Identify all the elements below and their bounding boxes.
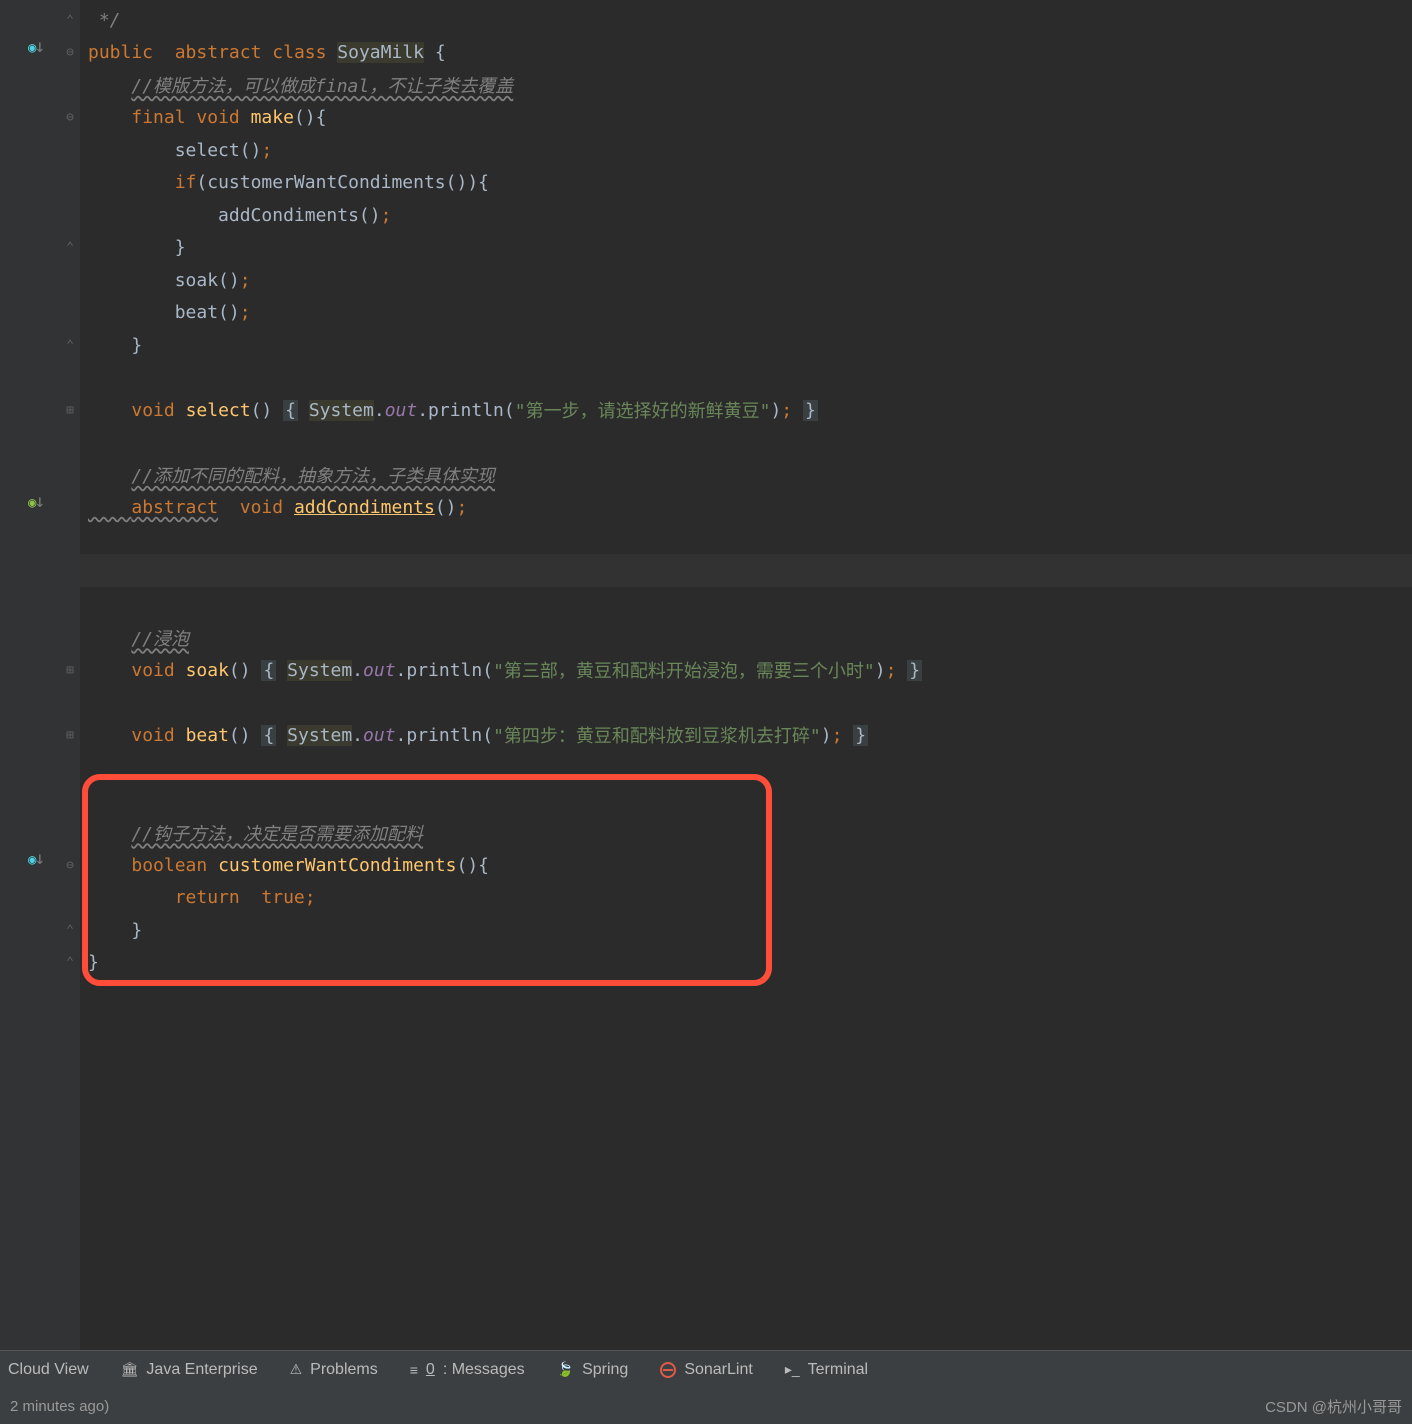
comment-text: */ [88,10,121,31]
list-icon: ≡ [410,1362,418,1378]
terminal-tab[interactable]: ▸_ Terminal [785,1361,868,1379]
class-ref: System [287,725,352,746]
spring-tab[interactable]: 🍃 Spring [557,1361,629,1379]
brace: { [424,42,446,63]
field-ref: out [363,725,396,746]
status-left-text: 2 minutes ago) [10,1398,109,1415]
keyword: class [272,42,326,63]
keyword: abstract [131,497,218,518]
paren: () [229,725,251,746]
method-name: beat [186,725,229,746]
call: addCondiments() [218,205,381,226]
brace: } [131,335,142,356]
fold-collapsed-icon[interactable]: ⊞ [60,719,80,752]
class-ref: System [287,660,352,681]
fold-end-icon[interactable]: ⌃ [60,329,80,362]
brace: } [175,237,186,258]
keyword: boolean [131,855,207,876]
fold-end-icon[interactable]: ⌃ [60,914,80,947]
call: select() [175,140,262,161]
fold-end-icon[interactable]: ⌃ [60,4,80,37]
keyword: abstract [175,42,262,63]
fold-start-icon[interactable]: ⊖ [60,849,80,882]
call: .println( [417,400,515,421]
spring-label: Spring [582,1361,628,1379]
brace: } [131,920,142,941]
field-ref: out [385,400,418,421]
messages-label: : Messages [443,1361,525,1379]
field-ref: out [363,660,396,681]
method-name: customerWantCondiments [218,855,456,876]
fold-collapsed-icon[interactable]: ⊞ [60,654,80,687]
keyword: void [196,107,239,128]
problems-label: Problems [310,1361,378,1379]
sonarlint-label: SonarLint [684,1361,753,1379]
keyword: void [131,400,174,421]
terminal-icon: ▸_ [785,1361,800,1378]
code-area[interactable]: */ public abstract class SoyaMilk { //模版… [80,0,1412,1350]
keyword: true [261,887,304,908]
keyword: void [131,660,174,681]
string-literal: "第一步，请选择好的新鲜黄豆" [515,397,771,423]
cloud-view-tab[interactable]: Cloud View [8,1361,89,1379]
string-literal: "第三部，黄豆和配料开始浸泡，需要三个小时" [493,657,875,683]
fold-start-icon[interactable]: ⊖ [60,37,80,70]
java-enterprise-tab[interactable]: 🏛 Java Enterprise [121,1361,258,1379]
paren: () [229,660,251,681]
problems-tab[interactable]: ⚠ Problems [290,1361,378,1379]
override-icon[interactable]: ◉↓ [28,36,50,58]
fold-start-icon[interactable]: ⊖ [60,102,80,135]
fold-end-icon[interactable]: ⌃ [60,232,80,265]
method-name: addCondiments [294,497,435,518]
keyword: public [88,42,153,63]
string-literal: "第四步：黄豆和配料放到豆浆机去打碎" [493,722,821,748]
java-ee-label: Java Enterprise [146,1361,257,1379]
method-name: select [186,400,251,421]
building-icon: 🏛 [121,1361,139,1378]
keyword: if [175,172,197,193]
call: soak() [175,270,240,291]
comment-text: //模版方法，可以做成final，不让子类去覆盖 [131,72,513,98]
status-bar: 2 minutes ago) CSDN @杭州小哥哥 [0,1388,1412,1424]
keyword: return [175,887,240,908]
watermark-text: CSDN @杭州小哥哥 [1265,1396,1402,1417]
override-icon[interactable]: ◉↓ [28,848,50,870]
warning-icon: ⚠ [290,1361,303,1378]
code-editor[interactable]: ◉↓ ◉↓ ◉↓ ⌃ ⊖ ⊖ ⌃ ⌃ ⊞ ⊞ ⊞ ⊖ ⌃ ⌃ */ public… [0,0,1412,1350]
cloud-view-label: Cloud View [8,1361,89,1379]
method-name: soak [186,660,229,681]
fold-collapsed-icon[interactable]: ⊞ [60,394,80,427]
messages-count: 0 [426,1361,435,1379]
class-ref: System [309,400,374,421]
paren: (){ [456,855,489,876]
comment-text: //添加不同的配料，抽象方法，子类具体实现 [131,462,495,488]
method-name: make [251,107,294,128]
paren: () [251,400,273,421]
brace: } [88,952,99,973]
paren: (){ [294,107,327,128]
condition: (customerWantCondiments()){ [196,172,489,193]
fold-column: ⌃ ⊖ ⊖ ⌃ ⌃ ⊞ ⊞ ⊞ ⊖ ⌃ ⌃ [60,0,80,1350]
sonarlint-tab[interactable]: SonarLint [660,1361,753,1379]
override-icon[interactable]: ◉↓ [28,491,50,513]
leaf-icon: 🍃 [557,1361,574,1378]
tool-window-bar: Cloud View 🏛 Java Enterprise ⚠ Problems ≡ 0… [0,1350,1412,1388]
keyword: void [131,725,174,746]
keyword: final [131,107,185,128]
gutter: ◉↓ ◉↓ ◉↓ [0,0,60,1350]
messages-tab[interactable]: ≡ 0 : Messages [410,1361,525,1379]
keyword: void [240,497,283,518]
fold-end-icon[interactable]: ⌃ [60,947,80,980]
sonarlint-icon [660,1362,676,1378]
comment-text: //浸泡 [131,625,189,651]
comment-text: //钩子方法，决定是否需要添加配料 [131,820,423,846]
semicolon: ; [305,887,316,908]
class-name: SoyaMilk [337,42,424,63]
call: beat() [175,302,240,323]
terminal-label: Terminal [808,1361,868,1379]
